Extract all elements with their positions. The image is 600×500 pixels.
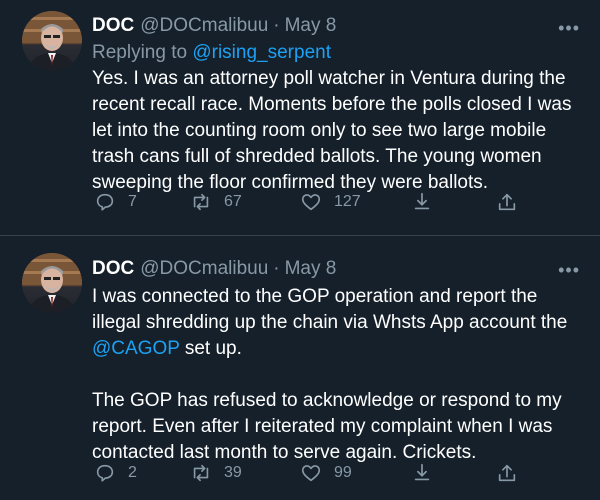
display-name[interactable]: DOC [92,258,134,280]
heart-icon [301,194,321,211]
avatar-image [22,11,82,71]
display-name[interactable]: DOC [92,15,134,37]
like-button[interactable]: 99 [300,462,352,484]
user-handle[interactable]: @DOCmalibuu [140,15,268,37]
tweet-text-part: I was connected to the GOP operation and… [92,286,568,333]
timeline: DOC @DOCmalibuu · May 8 ••• Replying to … [0,0,600,500]
more-dots-icon[interactable]: ••• [558,260,580,281]
tweet-header: DOC @DOCmalibuu · May 8 [92,12,580,40]
upload-button[interactable] [496,462,518,484]
reply-button[interactable]: 7 [94,191,137,213]
tweet-paragraph: Yes. I was an attorney poll watcher in V… [92,68,572,193]
tweet-text-part: set up. [179,338,242,359]
tweet-text: Yes. I was an attorney poll watcher in V… [92,66,580,196]
reply-mention-link[interactable]: @rising_serpent [192,42,331,63]
avatar[interactable] [22,11,82,71]
more-dots-icon[interactable]: ••• [558,18,580,39]
tweet-paragraph: The GOP has refused to acknowledge or re… [92,390,562,463]
tweet-text: I was connected to the GOP operation and… [92,284,580,466]
replying-to-label: Replying to [92,42,188,63]
separator: · [273,15,280,36]
tweet-paragraph: I was connected to the GOP operation and… [92,284,580,362]
reply-icon [96,193,114,211]
tweet-header: DOC @DOCmalibuu · May 8 [92,255,580,283]
upload-button[interactable] [496,191,518,213]
user-handle[interactable]: @DOCmalibuu [140,258,268,280]
retweet-icon [193,464,209,482]
share-icon [414,192,430,210]
reply-icon [96,464,114,482]
retweet-count: 67 [224,193,242,210]
heart-icon [301,465,321,482]
tweet[interactable]: DOC @DOCmalibuu · May 8 ••• I was connec… [0,236,600,500]
like-button[interactable]: 127 [300,191,361,213]
share-icon [414,463,430,481]
share-button[interactable] [411,191,433,213]
retweet-button[interactable]: 67 [190,191,242,213]
avatar[interactable] [22,253,82,313]
reply-count: 2 [128,464,137,481]
retweet-icon [193,193,209,211]
tweet-date[interactable]: May 8 [285,15,337,37]
share-button[interactable] [411,462,433,484]
avatar-image [22,253,82,313]
retweet-button[interactable]: 39 [190,462,242,484]
upload-icon [498,464,516,482]
reply-count: 7 [128,193,137,210]
like-count: 127 [334,193,361,210]
replying-to: Replying to @rising_serpent [92,42,580,64]
separator: · [273,258,280,279]
upload-icon [498,193,516,211]
reply-button[interactable]: 2 [94,462,137,484]
cagop-mention-link[interactable]: @CAGOP [92,338,180,359]
retweet-count: 39 [224,464,242,481]
tweet-date[interactable]: May 8 [285,258,337,280]
tweet[interactable]: DOC @DOCmalibuu · May 8 ••• Replying to … [0,0,600,236]
like-count: 99 [334,464,352,481]
